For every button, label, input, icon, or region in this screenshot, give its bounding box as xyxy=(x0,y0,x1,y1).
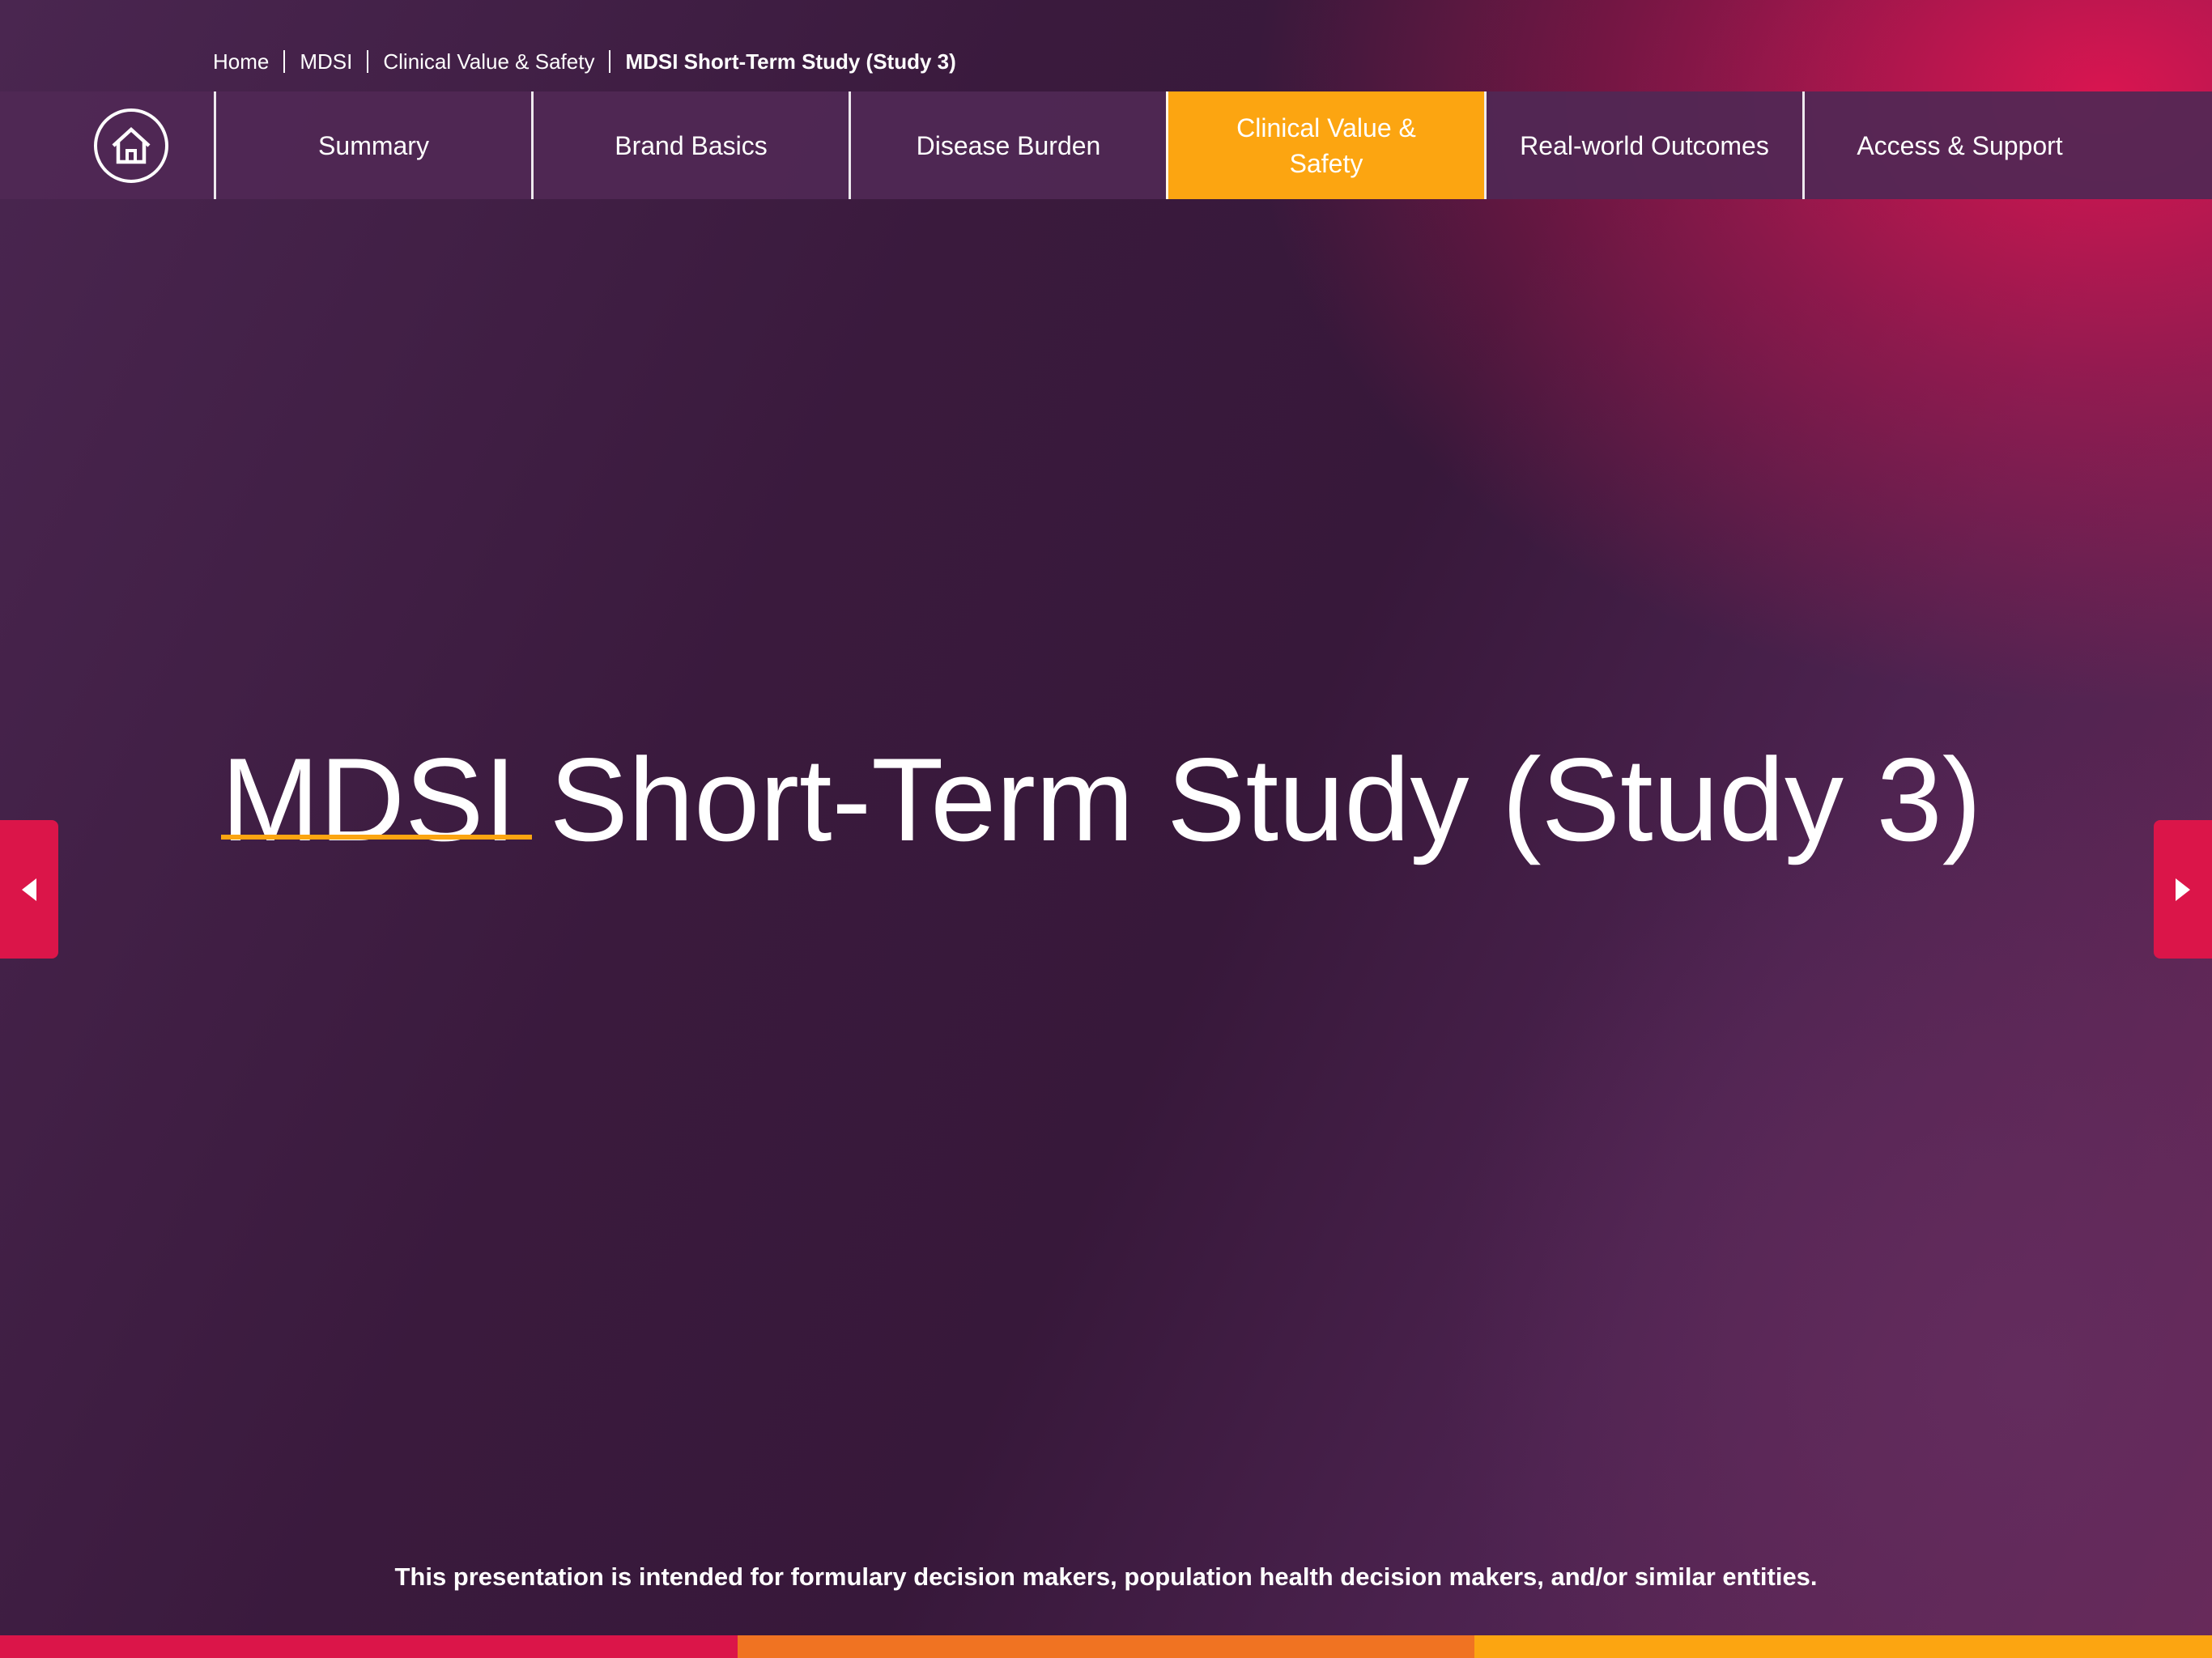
nav-tab-summary[interactable]: Summary xyxy=(214,91,531,199)
breadcrumb-home[interactable]: Home xyxy=(213,49,269,74)
page-title: MDSI Short-Term Study (Study 3) xyxy=(221,733,1982,865)
bottom-bar-segment xyxy=(737,1635,1475,1658)
breadcrumb: Home MDSI Clinical Value & Safety MDSI S… xyxy=(213,47,956,76)
nav-tab-label: Clinical Value & Safety xyxy=(1236,113,1416,178)
nav-tab-real-world-outcomes[interactable]: Real-world Outcomes xyxy=(1484,91,1802,199)
nav-tab-clinical-value-safety[interactable]: Clinical Value & Safety xyxy=(1166,91,1484,199)
breadcrumb-clinical-value[interactable]: Clinical Value & Safety xyxy=(383,49,594,74)
nav-tab-label: Real-world Outcomes xyxy=(1520,130,1769,160)
breadcrumb-separator xyxy=(367,50,369,73)
breadcrumb-separator xyxy=(283,50,286,73)
footer-disclaimer: This presentation is intended for formul… xyxy=(394,1562,1818,1591)
nav-tab-label: Summary xyxy=(318,130,429,160)
next-slide-button[interactable] xyxy=(2154,820,2212,959)
home-icon xyxy=(94,108,168,183)
title-underline xyxy=(221,835,532,840)
triangle-left-icon xyxy=(22,878,36,901)
nav-tab-disease-burden[interactable]: Disease Burden xyxy=(849,91,1166,199)
nav-tab-label: Brand Basics xyxy=(615,130,768,160)
nav-tab-access-support[interactable]: Access & Support xyxy=(1802,91,2115,199)
breadcrumb-separator xyxy=(609,50,611,73)
bottom-color-bar xyxy=(0,1635,2212,1658)
breadcrumb-current: MDSI Short-Term Study (Study 3) xyxy=(625,49,956,74)
nav-tab-label: Disease Burden xyxy=(916,130,1101,160)
slide-page: Home MDSI Clinical Value & Safety MDSI S… xyxy=(0,0,2212,1658)
nav-tab-label: Access & Support xyxy=(1857,130,2063,160)
bottom-bar-segment xyxy=(0,1635,738,1658)
bottom-bar-segment xyxy=(1474,1635,2212,1658)
triangle-right-icon xyxy=(2176,878,2190,901)
main-nav: Summary Brand Basics Disease Burden Clin… xyxy=(0,91,2212,199)
previous-slide-button[interactable] xyxy=(0,820,58,959)
home-button[interactable] xyxy=(0,91,214,199)
breadcrumb-mdsi[interactable]: MDSI xyxy=(300,49,352,74)
nav-tab-brand-basics[interactable]: Brand Basics xyxy=(531,91,849,199)
